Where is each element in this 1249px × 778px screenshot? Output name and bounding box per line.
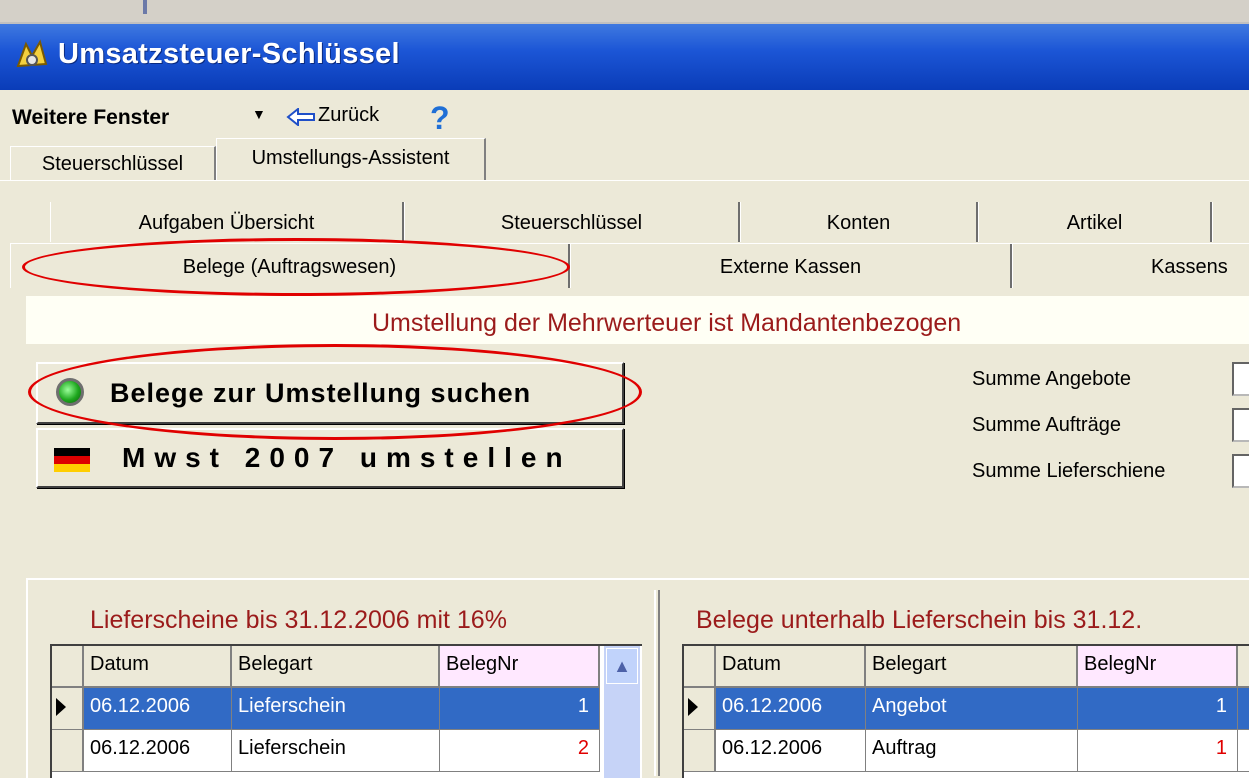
help-icon[interactable]: ? [430, 100, 450, 137]
current-row-pointer-icon [688, 698, 698, 716]
more-windows-menu[interactable]: Weitere Fenster [12, 106, 169, 130]
sum-offers-field [1232, 362, 1249, 396]
row-indicator[interactable] [52, 730, 84, 772]
table-cell-belegart[interactable]: Angebot [866, 688, 1078, 730]
table-cell-belegart[interactable]: Auftrag [866, 730, 1078, 772]
tab-umstellungs-assistent[interactable]: Umstellungs-Assistent [216, 138, 486, 180]
panel-splitter[interactable] [654, 590, 660, 776]
back-button[interactable]: Zurück [318, 104, 379, 127]
tab-steuerschluessel[interactable]: Steuerschlüssel [10, 146, 216, 180]
current-row-pointer-icon [56, 698, 66, 716]
sum-delivery-label: Summe Lieferschiene [972, 460, 1166, 482]
column-header-more[interactable] [1238, 646, 1249, 688]
table-cell-belegart[interactable]: Lieferschein [232, 688, 440, 730]
table-cell-datum[interactable]: 06.12.2006 [84, 688, 232, 730]
scroll-up-icon[interactable]: ▲ [606, 648, 638, 684]
sum-orders-field [1232, 408, 1249, 442]
row-indicator[interactable] [52, 688, 84, 730]
row-header-corner [684, 646, 716, 688]
back-arrow-icon[interactable] [286, 108, 316, 126]
table-cell-datum[interactable]: 06.12.2006 [716, 730, 866, 772]
table-cell-more[interactable] [1238, 688, 1249, 730]
sum-orders-label: Summe Aufträge [972, 414, 1121, 436]
search-button-label: Belege zur Umstellung suchen [110, 378, 532, 408]
app-icon [16, 39, 48, 68]
tab-aufgaben-uebersicht[interactable]: Aufgaben Übersicht [50, 202, 404, 242]
toolbar: Weitere Fenster ▼ Zurück ? [0, 90, 1249, 140]
table-cell-datum[interactable]: 06.12.2006 [716, 688, 866, 730]
column-header-datum[interactable]: Datum [84, 646, 232, 688]
row-indicator[interactable] [684, 688, 716, 730]
column-header-belegart[interactable]: Belegart [232, 646, 440, 688]
tab-externe-kassen[interactable]: Externe Kassen [570, 244, 1012, 288]
table-cell-datum[interactable]: 06.12.2006 [84, 730, 232, 772]
tab-artikel[interactable]: Artikel [978, 202, 1212, 242]
table-cell-more[interactable] [1238, 730, 1249, 772]
green-light-icon [56, 378, 84, 406]
vertical-scrollbar[interactable]: ▲ [604, 646, 640, 778]
banner-text: Umstellung der Mehrwerteuer ist Mandante… [372, 309, 962, 337]
tab-divider [0, 180, 1249, 181]
left-grid-title: Lieferscheine bis 31.12.2006 mit 16% [90, 606, 507, 634]
info-banner: Umstellung der Mehrwerteuer ist Mandante… [26, 296, 1249, 344]
table-cell-belegnr[interactable]: 1 [440, 688, 600, 730]
right-grid: Datum Belegart BelegNr 06.12.2006 Angebo… [682, 644, 1249, 778]
column-header-belegnr[interactable]: BelegNr [440, 646, 600, 688]
table-cell-belegart[interactable]: Lieferschein [232, 730, 440, 772]
row-header-corner [52, 646, 84, 688]
window-title: Umsatzsteuer-Schlüssel [58, 38, 400, 70]
left-grid: Datum Belegart BelegNr 06.12.2006 Liefer… [50, 644, 642, 778]
convert-vat-button[interactable]: Mwst 2007 umstellen [36, 428, 624, 488]
convert-button-label: Mwst 2007 umstellen [122, 442, 572, 473]
row-indicator[interactable] [684, 730, 716, 772]
table-cell-belegnr[interactable]: 1 [1078, 688, 1238, 730]
dropdown-arrow-icon[interactable]: ▼ [252, 106, 266, 122]
right-grid-title: Belege unterhalb Lieferschein bis 31.12. [696, 606, 1143, 634]
tab-konten[interactable]: Konten [740, 202, 978, 242]
table-cell-belegnr[interactable]: 1 [1078, 730, 1238, 772]
tab-belege-auftragswesen[interactable]: Belege (Auftragswesen) [10, 244, 570, 288]
column-header-belegnr[interactable]: BelegNr [1078, 646, 1238, 688]
tab-steuerschluessel-inner[interactable]: Steuerschlüssel [404, 202, 740, 242]
table-cell-belegnr[interactable]: 2 [440, 730, 600, 772]
strip-marker [143, 0, 147, 14]
tab-kassens[interactable]: Kassens [1012, 244, 1249, 288]
search-documents-button[interactable]: Belege zur Umstellung suchen [36, 362, 624, 424]
german-flag-icon [54, 448, 90, 472]
title-bar: Umsatzsteuer-Schlüssel [0, 24, 1249, 90]
top-strip [0, 0, 1249, 24]
column-header-datum[interactable]: Datum [716, 646, 866, 688]
tab-more[interactable] [1212, 202, 1249, 242]
sum-offers-label: Summe Angebote [972, 368, 1131, 390]
column-header-belegart[interactable]: Belegart [866, 646, 1078, 688]
sum-delivery-field [1232, 454, 1249, 488]
